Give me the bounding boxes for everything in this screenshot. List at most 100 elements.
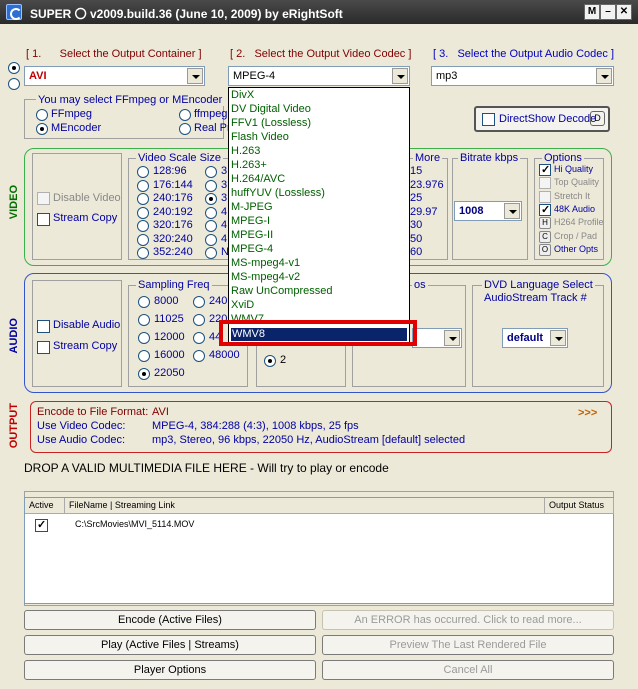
codec-option[interactable]: H.264/AVC xyxy=(231,173,285,185)
close-button[interactable]: ✕ xyxy=(616,4,632,20)
app-icon[interactable] xyxy=(6,4,22,20)
codec-option[interactable]: MPEG-I xyxy=(231,215,270,227)
directshow-decode-button[interactable]: DirectShow Decode D xyxy=(474,106,610,132)
scale-radio[interactable] xyxy=(137,193,149,205)
codec-option[interactable]: Flash Video xyxy=(231,131,289,143)
file-row-name[interactable]: C:\SrcMovies\MVI_5114.MOV xyxy=(75,519,194,529)
error-button[interactable]: An ERROR has occurred. Click to read mor… xyxy=(322,610,614,630)
codec-option[interactable]: MS-mpeg4-v1 xyxy=(231,257,300,269)
output-more-link[interactable]: >>> xyxy=(578,407,597,419)
freq-radio[interactable] xyxy=(138,332,150,344)
chevron-down-icon[interactable] xyxy=(550,330,566,346)
freq-radio[interactable] xyxy=(138,368,150,380)
scale-radio-alt[interactable] xyxy=(205,179,217,192)
freq-radio[interactable] xyxy=(138,296,150,308)
file-list[interactable]: Active FileName | Streaming Link Output … xyxy=(24,497,614,604)
disable-video-checkbox[interactable] xyxy=(37,192,50,205)
alt-container-radio[interactable] xyxy=(8,78,20,90)
fps-option[interactable]: 29.97 xyxy=(410,206,438,218)
scale-radio[interactable] xyxy=(137,166,149,178)
container-radio[interactable] xyxy=(8,62,20,74)
codec-option[interactable]: H.263+ xyxy=(231,159,267,171)
audio-bitrate-select[interactable] xyxy=(412,328,462,348)
scale-radio-alt[interactable] xyxy=(205,206,217,219)
option-checkbox[interactable] xyxy=(539,203,551,216)
video-codec-select[interactable]: MPEG-4 xyxy=(228,66,410,86)
fps-option[interactable]: 23.976 xyxy=(410,179,444,191)
scale-radio[interactable] xyxy=(137,206,149,219)
option-checkbox[interactable] xyxy=(539,177,551,190)
disable-audio-checkbox[interactable] xyxy=(37,320,50,333)
fps-option[interactable]: 30 xyxy=(410,219,422,231)
preview-button[interactable]: Preview The Last Rendered File xyxy=(322,635,614,655)
codec-option[interactable]: MS-mpeg4-v2 xyxy=(231,271,300,283)
scale-radio-alt[interactable] xyxy=(205,233,217,246)
fps-option[interactable]: 60 xyxy=(410,246,422,258)
chevron-down-icon[interactable] xyxy=(444,330,460,346)
option-prefix-badge[interactable]: C xyxy=(539,230,551,243)
scale-radio[interactable] xyxy=(137,220,149,232)
minimize-button[interactable]: – xyxy=(600,4,616,20)
chevron-down-icon[interactable] xyxy=(392,68,408,84)
fps-option[interactable]: 50 xyxy=(410,233,422,245)
video-bitrate-select[interactable]: 1008 xyxy=(454,201,522,221)
option-checkbox[interactable] xyxy=(539,163,551,176)
ffmpeg-radio[interactable] xyxy=(36,109,48,121)
codec-option[interactable]: huffYUV (Lossless) xyxy=(231,187,325,199)
ffmpeg-alt-radio[interactable] xyxy=(179,109,191,121)
scale-radio[interactable] xyxy=(137,179,149,192)
container-select[interactable]: AVI xyxy=(24,66,205,86)
freq-radio[interactable] xyxy=(138,314,150,326)
scale-option-label: 352:240 xyxy=(153,246,193,258)
audio-codec-select[interactable]: mp3 xyxy=(431,66,614,86)
codec-option[interactable]: M-JPEG xyxy=(231,201,273,213)
directshow-d-button[interactable]: D xyxy=(590,111,605,126)
codec-option[interactable]: XviD xyxy=(231,299,254,311)
scale-option-alt-label: 3 xyxy=(221,178,228,191)
cancel-all-button[interactable]: Cancel All xyxy=(322,660,614,680)
dvd-track-select[interactable]: default xyxy=(502,328,568,348)
audio-stream-copy-checkbox[interactable] xyxy=(37,341,50,354)
option-checkbox[interactable] xyxy=(539,190,551,203)
encode-button[interactable]: Encode (Active Files) xyxy=(24,610,316,630)
m-button[interactable]: M xyxy=(584,4,600,20)
channels-2-radio[interactable] xyxy=(264,355,276,367)
codec-option[interactable]: FFV1 (Lossless) xyxy=(231,117,311,129)
chevron-down-icon[interactable] xyxy=(187,68,203,84)
freq-radio-alt[interactable] xyxy=(193,332,205,344)
codec-option[interactable]: H.263 xyxy=(231,145,260,157)
col-active-header[interactable]: Active xyxy=(25,498,65,514)
scale-radio-alt[interactable] xyxy=(205,220,217,232)
video-stream-copy-checkbox[interactable] xyxy=(37,213,50,226)
video-codec-dropdown[interactable]: DivX DV Digital Video FFV1 (Lossless) Flash… xyxy=(228,87,410,344)
freq-radio-alt[interactable] xyxy=(193,296,205,308)
option-prefix-badge[interactable]: H xyxy=(539,217,551,230)
directshow-checkbox[interactable] xyxy=(482,113,495,126)
codec-option[interactable]: MPEG-II xyxy=(231,229,273,241)
scale-radio-alt[interactable] xyxy=(205,166,217,178)
mencoder-radio[interactable] xyxy=(36,123,48,135)
scale-radio-alt[interactable] xyxy=(205,247,217,259)
fps-option[interactable]: 15 xyxy=(410,165,422,177)
scale-radio-alt[interactable] xyxy=(205,193,217,205)
scale-radio[interactable] xyxy=(137,247,149,259)
play-button[interactable]: Play (Active Files | Streams) xyxy=(24,635,316,655)
codec-option[interactable]: DV Digital Video xyxy=(231,103,311,115)
fps-option[interactable]: 25 xyxy=(410,192,422,204)
chevron-down-icon[interactable] xyxy=(596,68,612,84)
audio-codec-value: mp3 xyxy=(436,70,458,82)
chevron-down-icon[interactable] xyxy=(504,203,520,219)
freq-radio[interactable] xyxy=(138,350,150,362)
col-filename-header[interactable]: FileName | Streaming Link xyxy=(65,498,545,514)
scale-radio[interactable] xyxy=(137,233,149,246)
codec-option[interactable]: DivX xyxy=(231,89,254,101)
codec-option[interactable]: Raw UnCompressed xyxy=(231,285,332,297)
player-options-button[interactable]: Player Options xyxy=(24,660,316,680)
realproducer-radio[interactable] xyxy=(179,123,191,135)
freq-radio-alt[interactable] xyxy=(193,314,205,326)
freq-radio-alt[interactable] xyxy=(193,350,205,362)
option-prefix-badge[interactable]: O xyxy=(539,243,551,256)
file-active-checkbox[interactable] xyxy=(35,518,48,532)
codec-option[interactable]: MPEG-4 xyxy=(231,243,273,255)
col-status-header[interactable]: Output Status xyxy=(545,498,614,514)
